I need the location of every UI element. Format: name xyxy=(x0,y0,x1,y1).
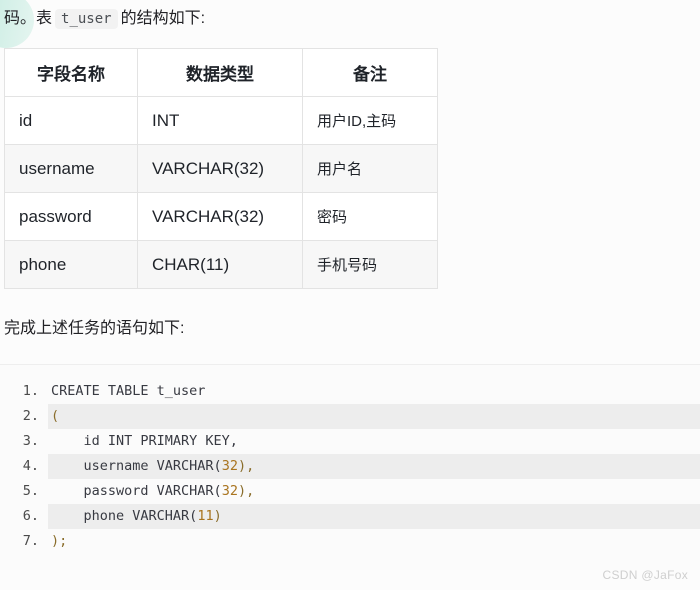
code-line: 4. username VARCHAR(32), xyxy=(0,454,700,479)
cell-data-type: VARCHAR(32) xyxy=(137,192,303,241)
code-line: 5. password VARCHAR(32), xyxy=(0,479,700,504)
code-segment-number: 32 xyxy=(221,483,238,499)
cell-field-name: phone xyxy=(4,240,138,289)
code-line-text: ); xyxy=(51,533,68,549)
code-line-number: 6. xyxy=(22,508,39,524)
cell-remark: 密码 xyxy=(302,192,438,241)
code-line-number: 2. xyxy=(22,408,39,424)
intro-text-after: 的结构如下: xyxy=(120,10,206,27)
code-line-text: CREATE TABLE t_user xyxy=(51,383,206,399)
intro-paragraph: 码。表 t_user 的结构如下: xyxy=(0,0,700,34)
col-header-field-name: 字段名称 xyxy=(4,48,138,97)
table-row: phone CHAR(11) 手机号码 xyxy=(4,240,438,289)
article-body: 码。表 t_user 的结构如下: 字段名称 数据类型 备注 id INT 用户ID… xyxy=(0,0,700,570)
code-line-text: id INT PRIMARY KEY, xyxy=(51,433,238,449)
code-line-number: 7. xyxy=(22,533,39,549)
col-header-data-type: 数据类型 xyxy=(137,48,303,97)
table-row: id INT 用户ID,主码 xyxy=(4,96,438,145)
cell-remark: 用户名 xyxy=(302,144,438,193)
table-header-row: 字段名称 数据类型 备注 xyxy=(4,48,438,97)
cell-data-type: VARCHAR(32) xyxy=(137,144,303,193)
cell-data-type: CHAR(11) xyxy=(137,240,303,289)
cell-field-name: id xyxy=(4,96,138,145)
intro-text-before: 码。表 xyxy=(4,10,53,27)
code-line-text: phone VARCHAR(11) xyxy=(48,504,700,529)
code-segment-number: 11 xyxy=(197,508,214,524)
code-segment-post: ), xyxy=(237,458,255,474)
schema-table-wrapper: 字段名称 数据类型 备注 id INT 用户ID,主码 username VAR… xyxy=(4,48,438,289)
code-line-number: 1. xyxy=(22,383,39,399)
table-row: password VARCHAR(32) 密码 xyxy=(4,192,438,241)
code-line-text: ( xyxy=(48,404,700,429)
code-line-text: password VARCHAR(32), xyxy=(48,479,700,504)
schema-table: 字段名称 数据类型 备注 id INT 用户ID,主码 username VAR… xyxy=(4,48,438,289)
code-line-number: 4. xyxy=(22,458,39,474)
watermark: CSDN @JaFox xyxy=(602,568,688,582)
inline-code-table-name: t_user xyxy=(55,9,118,29)
cell-field-name: password xyxy=(4,192,138,241)
code-line-number: 5. xyxy=(22,483,39,499)
code-line: 2. ( xyxy=(0,404,700,429)
code-line: 6. phone VARCHAR(11) xyxy=(0,504,700,529)
code-segment-post: ) xyxy=(213,508,222,524)
code-segment-post: ), xyxy=(237,483,255,499)
cell-field-name: username xyxy=(4,144,138,193)
sub-heading: 完成上述任务的语句如下: xyxy=(4,320,185,337)
code-line-text: username VARCHAR(32), xyxy=(48,454,700,479)
cell-remark: 用户ID,主码 xyxy=(302,96,438,145)
code-segment-number: 32 xyxy=(221,458,238,474)
code-segment-pre: password VARCHAR( xyxy=(51,483,222,499)
schema-table-head: 字段名称 数据类型 备注 xyxy=(4,48,438,97)
code-block[interactable]: 1. CREATE TABLE t_user 2. ( 3. id INT PR… xyxy=(0,364,700,570)
schema-table-body: id INT 用户ID,主码 username VARCHAR(32) 用户名 … xyxy=(4,96,438,289)
code-line: 1. CREATE TABLE t_user xyxy=(0,379,700,404)
code-line: 7. ); xyxy=(0,529,700,554)
code-segment-pre: phone VARCHAR( xyxy=(51,508,198,524)
code-line-number: 3. xyxy=(22,433,39,449)
cell-data-type: INT xyxy=(137,96,303,145)
col-header-remark: 备注 xyxy=(302,48,438,97)
code-segment-pre: username VARCHAR( xyxy=(51,458,222,474)
table-row: username VARCHAR(32) 用户名 xyxy=(4,144,438,193)
cell-remark: 手机号码 xyxy=(302,240,438,289)
code-line: 3. id INT PRIMARY KEY, xyxy=(0,429,700,454)
